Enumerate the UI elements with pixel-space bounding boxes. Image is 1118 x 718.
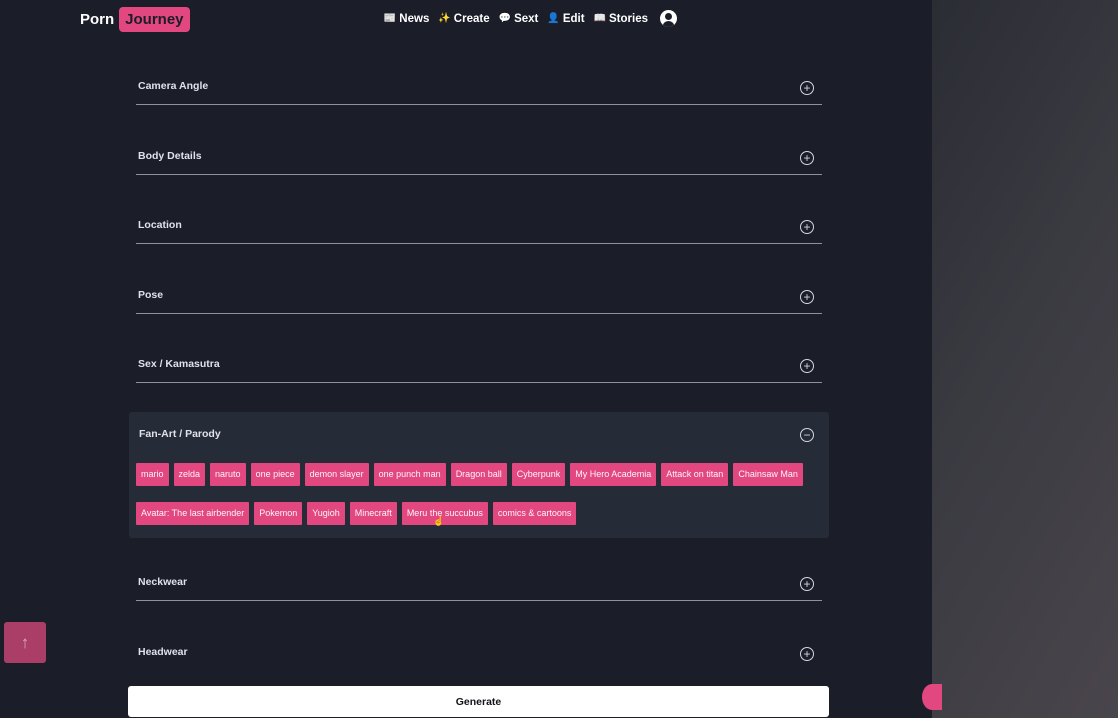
section-body-details[interactable]: Body Details + bbox=[136, 150, 822, 175]
tag-yugioh[interactable]: Yugioh bbox=[307, 502, 345, 525]
main-area: Porn Journey 📰 News ✨ Create 💬 Sext 👤 Ed… bbox=[0, 0, 932, 718]
book-icon: 📖 bbox=[593, 13, 606, 24]
plus-circle-icon[interactable]: + bbox=[800, 81, 814, 95]
section-neckwear[interactable]: Neckwear + bbox=[136, 576, 822, 601]
person-icon: 👤 bbox=[547, 13, 560, 24]
section-location[interactable]: Location + bbox=[136, 219, 822, 244]
floating-action-icon[interactable] bbox=[922, 684, 942, 710]
nav-news-label: News bbox=[399, 12, 430, 25]
nav-create-label: Create bbox=[453, 12, 490, 25]
side-pane bbox=[932, 0, 1118, 718]
tag-pokemon[interactable]: Pokemon bbox=[254, 502, 303, 525]
pointer-cursor-icon: ☝ bbox=[433, 516, 445, 526]
tag-cyberpunk[interactable]: Cyberpunk bbox=[511, 463, 566, 486]
tag-meru-the-succubus[interactable]: Meru the succubus bbox=[401, 502, 488, 525]
section-title[interactable]: Fan-Art / Parody bbox=[139, 428, 221, 440]
tag-demon-slayer[interactable]: demon slayer bbox=[304, 463, 369, 486]
section-title: Body Details bbox=[138, 150, 202, 162]
logo-text-part1: Porn bbox=[80, 11, 115, 28]
plus-circle-icon[interactable]: + bbox=[800, 220, 814, 234]
nav-stories[interactable]: 📖 Stories bbox=[594, 13, 648, 25]
top-nav: 📰 News ✨ Create 💬 Sext 👤 Edit 📖 Stories bbox=[384, 10, 677, 27]
tag-avatar[interactable]: Avatar: The last airbender bbox=[136, 502, 250, 525]
tag-naruto[interactable]: naruto bbox=[210, 463, 246, 486]
tag-my-hero-academia[interactable]: My Hero Academia bbox=[570, 463, 657, 486]
plus-circle-icon[interactable]: + bbox=[800, 577, 814, 591]
generate-button[interactable]: Generate bbox=[128, 686, 829, 717]
section-camera-angle[interactable]: Camera Angle + bbox=[136, 80, 822, 105]
scroll-to-top-button[interactable]: ↑ bbox=[4, 622, 46, 663]
section-sex-kamasutra[interactable]: Sex / Kamasutra + bbox=[136, 358, 822, 383]
section-title: Location bbox=[138, 219, 182, 231]
tag-one-piece[interactable]: one piece bbox=[250, 463, 300, 486]
arrow-up-icon: ↑ bbox=[20, 632, 30, 652]
section-headwear[interactable]: Headwear + bbox=[136, 646, 822, 670]
section-title: Sex / Kamasutra bbox=[138, 358, 220, 370]
section-fan-art-parody: Fan-Art / Parody − mario zelda naruto on… bbox=[129, 412, 829, 538]
tag-mario[interactable]: mario bbox=[136, 463, 169, 486]
minus-circle-icon[interactable]: − bbox=[800, 428, 814, 442]
plus-circle-icon[interactable]: + bbox=[800, 359, 814, 373]
tag-comics-cartoons[interactable]: comics & cartoons bbox=[492, 502, 577, 525]
tag-minecraft[interactable]: Minecraft bbox=[349, 502, 397, 525]
plus-circle-icon[interactable]: + bbox=[800, 290, 814, 304]
tag-attack-on-titan[interactable]: Attack on titan bbox=[661, 463, 729, 486]
sparkle-icon: ✨ bbox=[438, 13, 451, 24]
section-title: Pose bbox=[138, 289, 164, 301]
nav-edit-label: Edit bbox=[562, 12, 585, 25]
nav-edit[interactable]: 👤 Edit bbox=[547, 13, 584, 25]
logo-text-part2: Journey bbox=[119, 7, 190, 32]
plus-circle-icon[interactable]: + bbox=[800, 151, 814, 165]
chat-icon: 💬 bbox=[498, 13, 512, 24]
section-title: Neckwear bbox=[138, 576, 188, 588]
news-icon: 📰 bbox=[383, 13, 397, 24]
tag-chainsaw-man[interactable]: Chainsaw Man bbox=[733, 463, 803, 486]
logo[interactable]: Porn Journey bbox=[80, 4, 190, 35]
tag-one-punch-man[interactable]: one punch man bbox=[373, 463, 446, 486]
section-pose[interactable]: Pose + bbox=[136, 289, 822, 314]
nav-sext-label: Sext bbox=[514, 12, 539, 25]
nav-news[interactable]: 📰 News bbox=[384, 13, 430, 25]
nav-stories-label: Stories bbox=[609, 12, 648, 25]
tag-zelda[interactable]: zelda bbox=[173, 463, 206, 486]
tag-list: mario zelda naruto one piece demon slaye… bbox=[136, 463, 826, 525]
user-avatar-icon[interactable] bbox=[660, 10, 677, 27]
nav-sext[interactable]: 💬 Sext bbox=[499, 13, 539, 25]
plus-circle-icon[interactable]: + bbox=[800, 647, 814, 661]
nav-create[interactable]: ✨ Create bbox=[438, 13, 489, 25]
tag-dragon-ball[interactable]: Dragon ball bbox=[450, 463, 507, 486]
section-title: Camera Angle bbox=[138, 80, 209, 92]
section-title: Headwear bbox=[138, 646, 188, 658]
